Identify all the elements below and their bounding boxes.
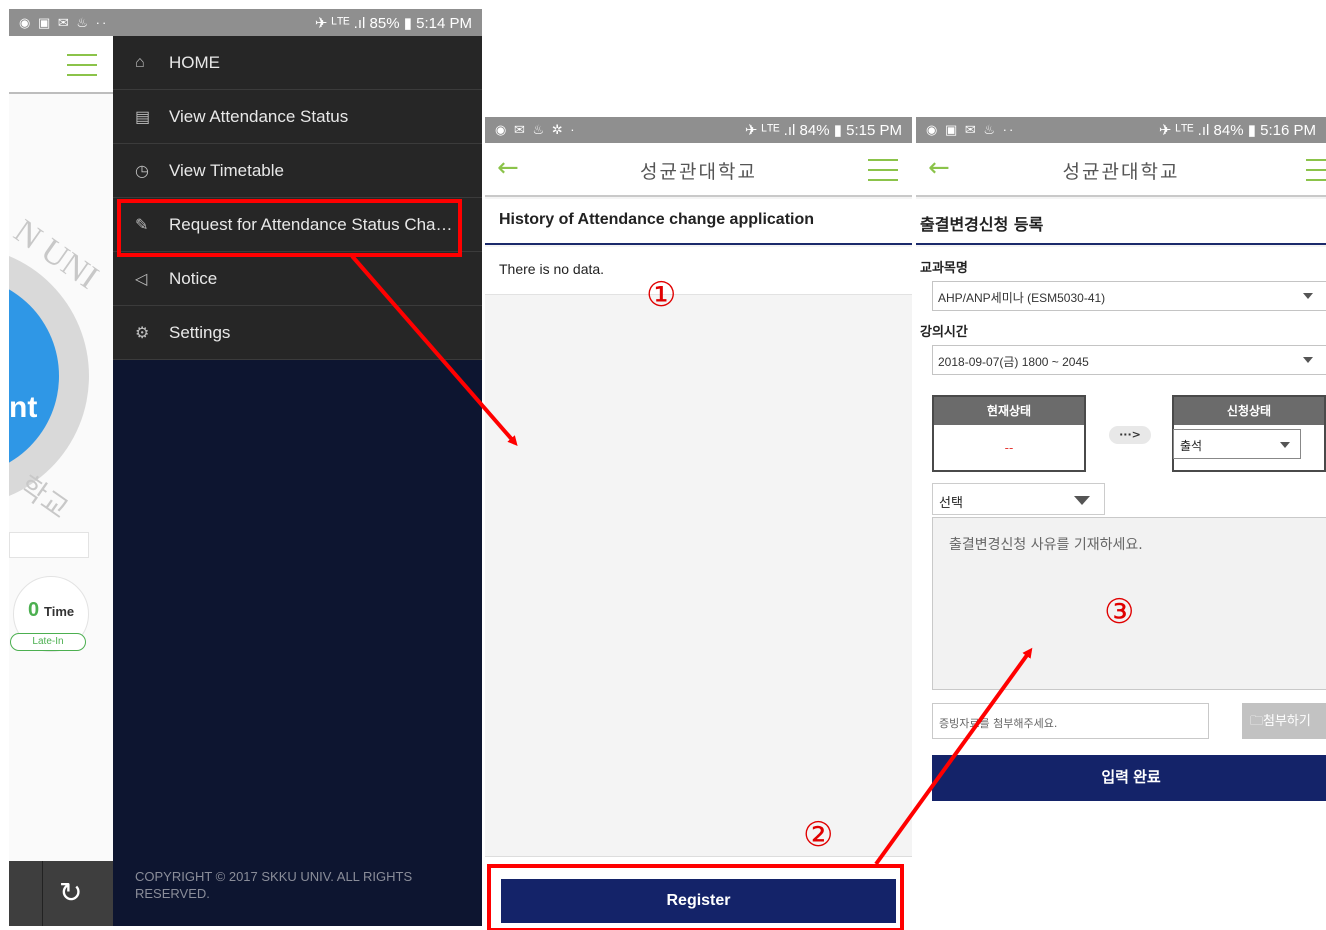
reason-type-select[interactable]: 선택 (932, 483, 1105, 515)
step-marker-2: ② (803, 815, 834, 855)
screen-history: ◉ ✉ ♨ ✲ · ✈ ᴸᵀᴱ .ıl 84% ▮ 5:15 PM ← 성균관대… (485, 117, 912, 930)
menu-item-label: Notice (169, 268, 218, 288)
menu-item-label: Settings (169, 322, 231, 342)
dropdown-caret-icon (1303, 357, 1313, 363)
screen-menu: ◉ ▣ ✉ ♨ ·· ✈ ᴸᵀᴱ .ıl 85% ▮ 5:14 PM N UNI… (9, 9, 482, 926)
info-box (9, 532, 89, 558)
attachment-field[interactable]: 증빙자료를 첨부해주세요. (932, 703, 1209, 739)
circle-label: nt (9, 391, 38, 424)
dropdown-caret-icon (1074, 496, 1090, 505)
request-status-label: 신청상태 (1174, 397, 1324, 425)
app-header (9, 36, 113, 94)
section-title: 출결변경신청 등록 (916, 199, 1326, 245)
edit-icon: ✎ (135, 216, 149, 234)
header-title: 성균관대학교 (1062, 161, 1180, 183)
current-status-label: 현재상태 (934, 397, 1084, 425)
request-status-select[interactable]: 출석 (1173, 429, 1301, 459)
hamburger-menu-icon[interactable] (1306, 159, 1326, 181)
time-select[interactable]: 2018-09-07(금) 1800 ~ 2045 (932, 345, 1326, 375)
home-icon: ⌂ (135, 53, 145, 71)
empty-state-text: There is no data. (485, 247, 912, 295)
menu-item-label: Request for Attendance Status Chan... (169, 214, 459, 234)
hamburger-menu-icon[interactable] (868, 159, 898, 181)
book-icon: ▤ (135, 108, 151, 126)
reason-placeholder: 출결변경신청 사유를 기재하세요. (949, 537, 1143, 553)
status-icons: ◉ ▣ ✉ ♨ ·· (19, 14, 109, 30)
side-menu: ⌂ HOME ▤ View Attendance Status ◷ View T… (113, 36, 482, 926)
gear-icon: ⚙ (135, 324, 150, 342)
app-header: ← 성균관대학교 (916, 143, 1326, 197)
attachment-placeholder: 증빙자료를 첨부해주세요. (939, 717, 1058, 730)
menu-item-view-attendance[interactable]: ▤ View Attendance Status (113, 90, 482, 144)
refresh-icon[interactable]: ↻ (59, 876, 82, 909)
request-status-value: 출석 (1180, 439, 1203, 453)
course-select[interactable]: AHP/ANP세미나 (ESM5030-41) (932, 281, 1326, 311)
time-label: 강의시간 (920, 325, 968, 340)
course-value: AHP/ANP세미나 (ESM5030-41) (938, 291, 1106, 305)
status-right: ✈ ᴸᵀᴱ .ıl 84% ▮ 5:15 PM (744, 122, 902, 139)
section-title: History of Attendance change application (485, 199, 912, 245)
late-in-label: Late-In (10, 633, 86, 651)
copyright-text: COPYRIGHT © 2017 SKKU UNIV. ALL RIGHTS R… (135, 869, 413, 901)
status-icons: ◉ ▣ ✉ ♨ ·· (926, 122, 1016, 137)
time-value: 2018-09-07(금) 1800 ~ 2045 (938, 355, 1089, 369)
bottom-bar: ↻ (9, 861, 113, 926)
menu-item-settings[interactable]: ⚙ Settings (113, 306, 482, 360)
menu-item-notice[interactable]: ◁ Notice (113, 252, 482, 306)
status-bar: ◉ ▣ ✉ ♨ ·· ✈ ᴸᵀᴱ .ıl 84% ▮ 5:16 PM (916, 117, 1326, 143)
speaker-icon: ◁ (135, 270, 148, 288)
screen-register-form: ◉ ▣ ✉ ♨ ·· ✈ ᴸᵀᴱ .ıl 84% ▮ 5:16 PM ← 성균관… (916, 117, 1326, 930)
menu-item-label: View Attendance Status (169, 106, 349, 126)
status-bar: ◉ ✉ ♨ ✲ · ✈ ᴸᵀᴱ .ıl 84% ▮ 5:15 PM (485, 117, 912, 143)
step-marker-3: ③ (1104, 592, 1135, 632)
attach-button[interactable]: 🗀첨부하기 (1242, 703, 1326, 739)
menu-item-label: View Timetable (169, 160, 284, 180)
menu-item-request-change[interactable]: ✎ Request for Attendance Status Chan... (113, 198, 482, 252)
late-in-unit: Time (44, 604, 75, 619)
menu-item-label: HOME (169, 52, 220, 72)
background-app: N UNI nt 학교 0 Time Late-In ↻ (9, 36, 113, 926)
hamburger-menu-icon[interactable] (67, 54, 97, 76)
arrow-indicator: ···> (1109, 426, 1151, 444)
dropdown-caret-icon (1280, 442, 1290, 448)
reason-type-value: 선택 (939, 496, 963, 511)
app-header: ← 성균관대학교 (485, 143, 912, 197)
dropdown-caret-icon (1303, 293, 1313, 299)
current-status-box: 현재상태 -- (932, 395, 1086, 472)
late-in-badge: 0 Time Late-In (10, 576, 89, 652)
header-title: 성균관대학교 (640, 161, 757, 183)
submit-button[interactable]: 입력 완료 (932, 755, 1326, 801)
clock-icon: ◷ (135, 162, 149, 180)
status-bar: ◉ ▣ ✉ ♨ ·· ✈ ᴸᵀᴱ .ıl 85% ▮ 5:14 PM (9, 9, 482, 36)
status-icons: ◉ ✉ ♨ ✲ · (495, 122, 577, 137)
menu-item-home[interactable]: ⌂ HOME (113, 36, 482, 90)
step-marker-1: ① (646, 275, 677, 315)
course-label: 교과목명 (920, 261, 968, 276)
current-status-value: -- (1004, 441, 1014, 455)
footer-bar: Register (485, 856, 912, 930)
status-right: ✈ ᴸᵀᴱ .ıl 85% ▮ 5:14 PM (314, 14, 472, 32)
register-button[interactable]: Register (501, 879, 896, 923)
late-in-count: 0 (28, 599, 40, 621)
menu-item-view-timetable[interactable]: ◷ View Timetable (113, 144, 482, 198)
status-right: ✈ ᴸᵀᴱ .ıl 84% ▮ 5:16 PM (1158, 122, 1316, 139)
